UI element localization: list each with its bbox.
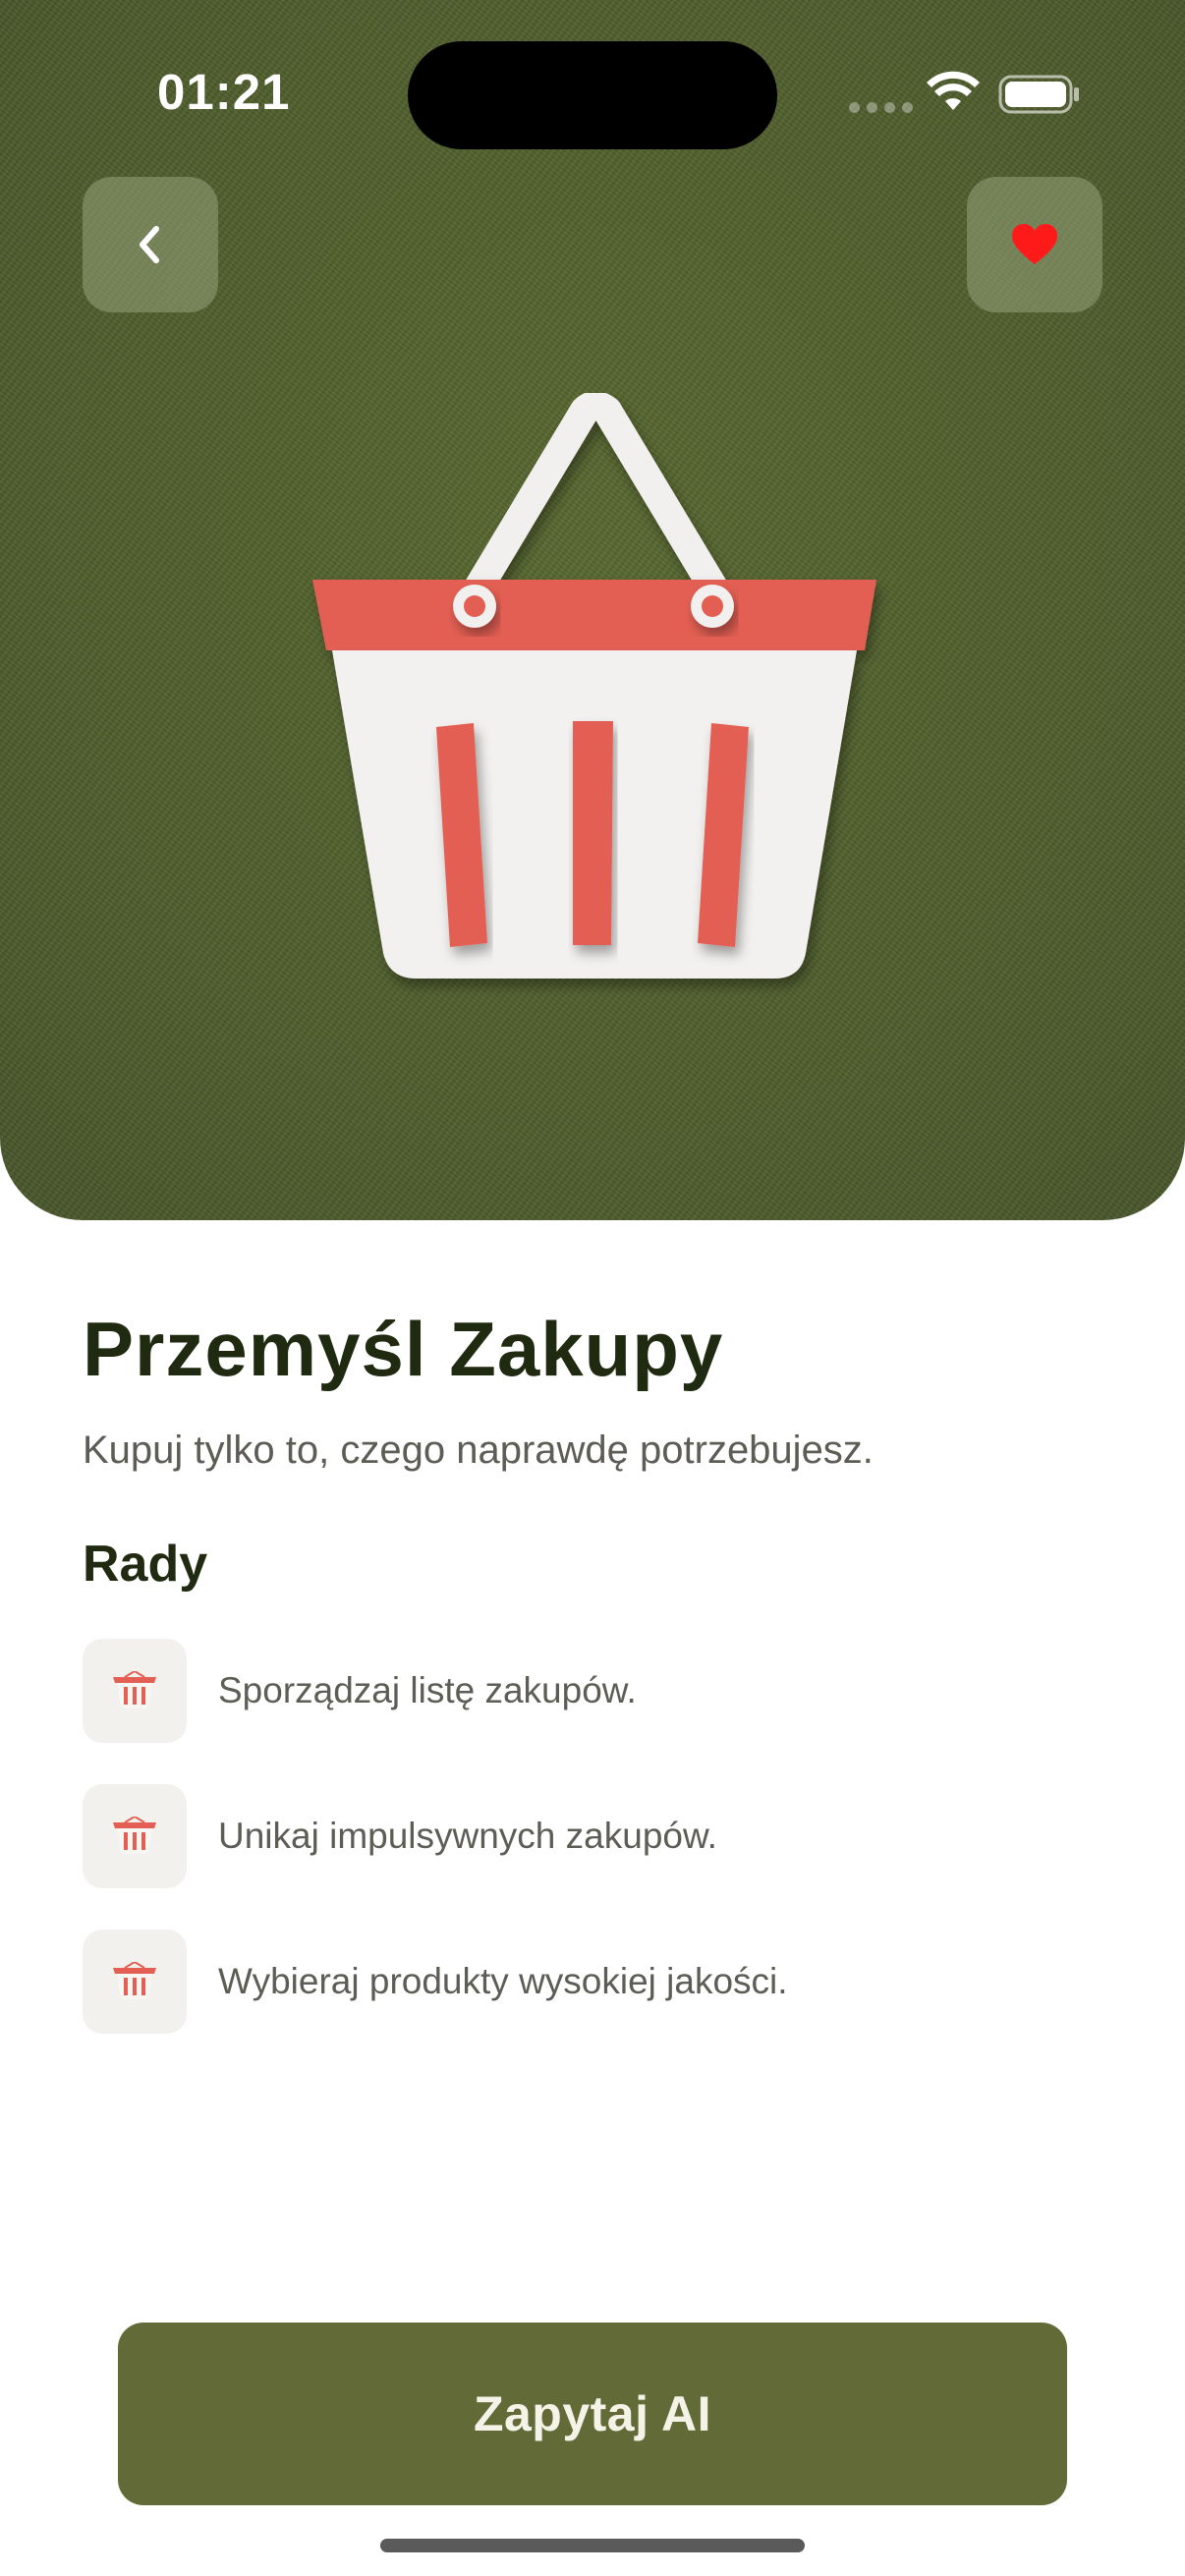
tip-text: Sporządzaj listę zakupów. (218, 1670, 637, 1710)
tip-icon-container (83, 1639, 187, 1743)
cellular-signal-icon (849, 102, 913, 113)
page-subtitle: Kupuj tylko to, czego naprawdę potrzebuj… (83, 1428, 874, 1472)
basket-icon (113, 1671, 156, 1708)
favorite-button[interactable] (967, 177, 1102, 312)
battery-icon (998, 75, 1079, 114)
tip-text: Wybieraj produkty wysokiej jakości. (218, 1961, 788, 2001)
tip-icon-container (83, 1930, 187, 2034)
heart-icon (1012, 224, 1057, 264)
tip-item: Sporządzaj listę zakupów. (83, 1639, 1104, 1743)
hero-banner: 01:21 (0, 0, 1185, 1220)
wifi-icon (927, 71, 980, 110)
screen: 01:21 Przemyśl Zakupy Kupuj tylko to, cz… (0, 0, 1185, 2576)
back-button[interactable] (83, 177, 218, 312)
chevron-left-icon (140, 226, 159, 263)
tip-item: Wybieraj produkty wysokiej jakości. (83, 1930, 1104, 2034)
basket-icon (113, 1962, 156, 1999)
ask-ai-button[interactable]: Zapytaj AI (118, 2323, 1067, 2505)
home-indicator[interactable] (380, 2539, 805, 2552)
shopping-basket-icon (312, 393, 876, 979)
tip-item: Unikaj impulsywnych zakupów. (83, 1784, 1104, 1888)
basket-icon (113, 1817, 156, 1854)
dynamic-island (408, 41, 777, 149)
tip-icon-container (83, 1784, 187, 1888)
page-title: Przemyśl Zakupy (83, 1306, 724, 1392)
tips-section-title: Rady (83, 1536, 208, 1593)
status-time: 01:21 (157, 64, 291, 120)
tip-text: Unikaj impulsywnych zakupów. (218, 1816, 717, 1856)
tips-list: Sporządzaj listę zakupów. Unikaj impulsy… (83, 1639, 1104, 2075)
